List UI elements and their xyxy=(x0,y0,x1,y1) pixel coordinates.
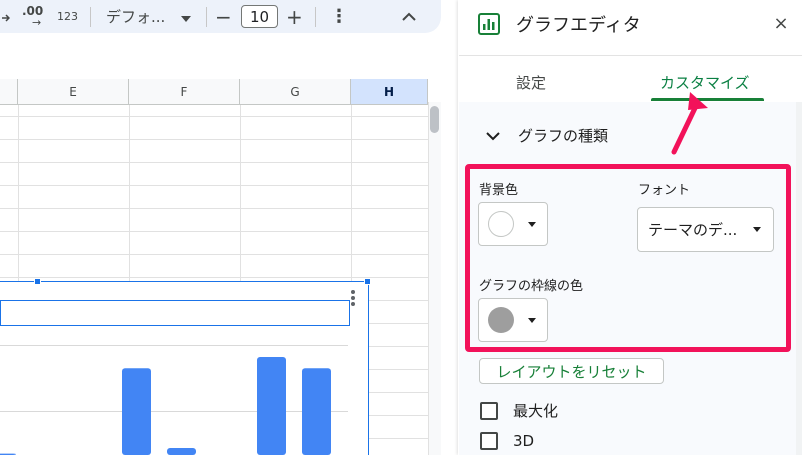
chart-title-box[interactable] xyxy=(0,300,350,326)
chart-bar[interactable] xyxy=(257,357,286,455)
toolbar-divider xyxy=(90,7,91,27)
more-options-button[interactable]: ⋮ xyxy=(330,0,348,33)
dropdown-caret-icon xyxy=(528,221,536,227)
maximize-checkbox[interactable] xyxy=(480,401,498,420)
border-color-button[interactable] xyxy=(478,298,548,342)
column-label: F xyxy=(180,84,188,99)
chart-bar[interactable] xyxy=(122,368,151,455)
border-color-label: グラフの枠線の色 xyxy=(479,279,584,294)
maximize-checkbox-row[interactable]: 最大化 xyxy=(480,400,558,421)
panel-title: グラフエディタ xyxy=(516,15,641,36)
grid-row-line xyxy=(0,231,428,232)
column-header-d[interactable] xyxy=(0,79,18,105)
font-label: フォント xyxy=(638,183,691,198)
chevron-up-icon xyxy=(402,9,416,25)
annotation-arrow-icon xyxy=(671,92,708,155)
column-header-f[interactable]: F xyxy=(129,79,240,105)
grid-row-line xyxy=(0,162,428,163)
dropdown-caret-icon xyxy=(753,227,761,232)
column-label: E xyxy=(69,84,77,99)
number-format-button[interactable]: 123 xyxy=(57,0,78,33)
section-chart-style[interactable]: グラフの種類 xyxy=(486,125,608,146)
arrow-right-icon: → xyxy=(32,15,42,29)
font-family-select[interactable]: デフォ... xyxy=(106,0,192,33)
increase-font-size-button[interactable]: + xyxy=(286,0,303,33)
panel-divider xyxy=(459,55,802,56)
color-swatch xyxy=(488,211,514,237)
dropdown-caret-icon xyxy=(528,317,536,323)
grid-row-line xyxy=(0,139,428,140)
chart-bar[interactable] xyxy=(302,368,331,455)
resize-handle[interactable] xyxy=(34,278,41,285)
grid-row-line xyxy=(0,208,428,209)
background-color-button[interactable] xyxy=(478,202,548,246)
background-color-label: 背景色 xyxy=(479,183,519,198)
decrease-decimal-icon[interactable] xyxy=(2,0,10,33)
chart-menu-icon[interactable] xyxy=(350,290,356,310)
scrollbar-thumb[interactable] xyxy=(430,106,439,133)
color-swatch xyxy=(488,307,514,333)
toolbar-divider xyxy=(206,7,207,27)
font-select-value: テーマのデ... xyxy=(648,221,738,239)
font-size-value: 10 xyxy=(249,7,270,26)
column-header-h[interactable]: H xyxy=(351,79,428,105)
chart-plot xyxy=(0,357,331,455)
increase-decimal-button[interactable]: .00 → xyxy=(22,0,43,33)
chart-editor-icon xyxy=(478,13,500,39)
vertical-scrollbar[interactable] xyxy=(428,102,441,455)
panel-scrollbar[interactable] xyxy=(796,102,802,455)
font-select[interactable]: テーマのデ... xyxy=(637,207,774,252)
grid-row-line xyxy=(0,254,428,255)
minus-icon: − xyxy=(215,4,232,29)
maximize-label: 最大化 xyxy=(513,402,559,420)
3d-checkbox-row[interactable]: 3D xyxy=(480,432,534,450)
resize-handle[interactable] xyxy=(364,278,371,285)
plus-icon: + xyxy=(286,4,303,29)
chart-bar[interactable] xyxy=(167,448,196,455)
more-vert-icon: ⋮ xyxy=(330,6,348,27)
grid-row-line xyxy=(0,116,428,117)
column-header-g[interactable]: G xyxy=(240,79,351,105)
section-title: グラフの種類 xyxy=(518,127,609,145)
column-header-e[interactable]: E xyxy=(18,79,129,105)
tab-setup[interactable]: 設定 xyxy=(516,72,546,93)
font-size-input[interactable]: 10 xyxy=(241,5,278,28)
dropdown-caret-icon xyxy=(181,8,192,26)
column-label: H xyxy=(383,84,395,99)
font-family-label: デフォ... xyxy=(106,8,166,26)
grid-row-line xyxy=(0,185,428,186)
3d-checkbox[interactable] xyxy=(480,432,498,450)
3d-label: 3D xyxy=(513,432,535,450)
toolbar: .00 → 123 デフォ... − 10 + ⋮ xyxy=(0,0,441,33)
increase-decimal-label: .00 xyxy=(22,3,44,18)
collapse-toolbar-button[interactable] xyxy=(402,0,416,33)
column-label: G xyxy=(290,84,300,99)
close-icon[interactable]: × xyxy=(771,13,791,34)
number-format-label: 123 xyxy=(57,10,78,23)
reset-layout-button[interactable]: レイアウトをリセット xyxy=(479,358,664,384)
chevron-down-icon xyxy=(486,131,500,140)
toolbar-divider xyxy=(315,7,316,27)
decrease-font-size-button[interactable]: − xyxy=(215,0,232,33)
